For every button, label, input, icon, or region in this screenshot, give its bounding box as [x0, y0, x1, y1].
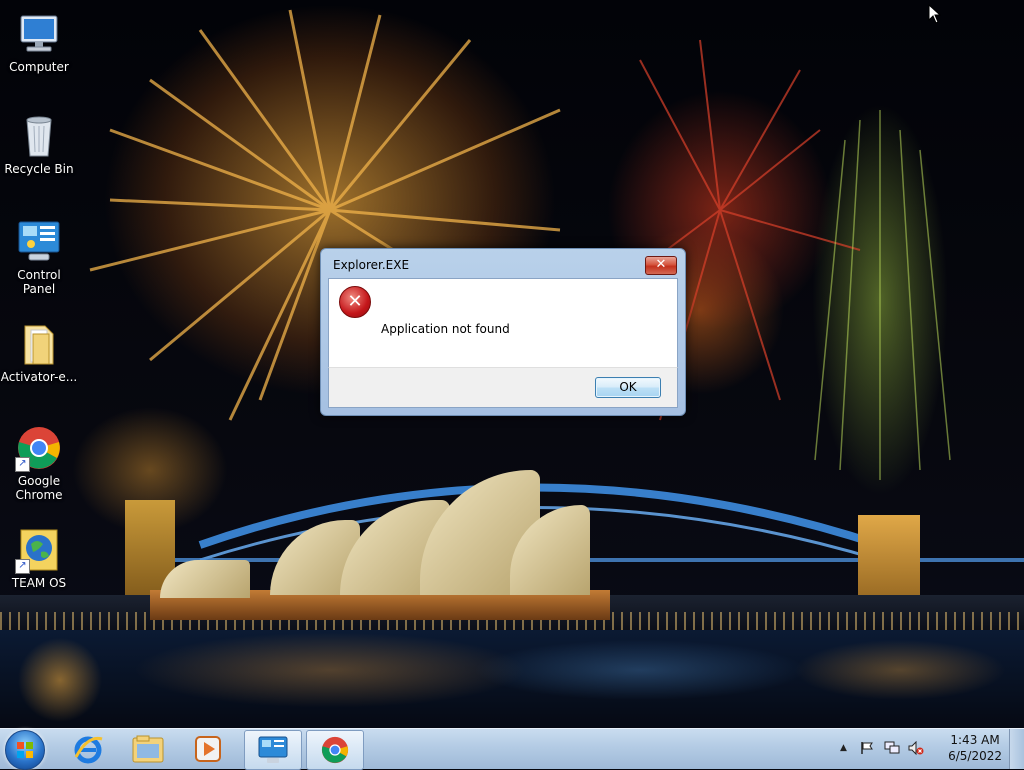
clock-time: 1:43 AM — [950, 733, 1000, 747]
media-player-icon — [195, 736, 221, 762]
desktop-icon-label: Activator-e... — [0, 370, 78, 384]
chrome-icon — [321, 736, 349, 764]
control-panel-icon — [258, 736, 288, 763]
ok-button[interactable]: OK — [595, 377, 661, 398]
computer-icon — [15, 10, 63, 58]
desktop-icon-label: Recycle Bin — [4, 162, 74, 176]
desktop-icon-recycle-bin[interactable]: Recycle Bin — [0, 112, 78, 176]
dialog-title: Explorer.EXE — [333, 258, 410, 272]
system-tray: ▲ 1:43 AM 6/5/2022 — [834, 729, 1024, 769]
taskbar-internet-explorer[interactable] — [60, 730, 116, 768]
desktop-icon-label: Computer — [9, 60, 69, 74]
volume-muted-icon[interactable] — [908, 740, 924, 758]
control-panel-icon — [15, 218, 63, 266]
desktop-icon-google-chrome[interactable]: ↗ Google Chrome — [0, 424, 78, 502]
dialog-close-button[interactable]: ✕ — [645, 256, 677, 275]
folder-icon — [15, 320, 63, 368]
shortcut-arrow-icon: ↗ — [15, 559, 30, 574]
taskbar-windows-explorer[interactable] — [120, 730, 176, 768]
shortcut-arrow-icon: ↗ — [15, 457, 30, 472]
desktop-icon-label: Google Chrome — [15, 474, 63, 502]
up-arrow-icon[interactable]: ▲ — [840, 743, 847, 753]
clock-date: 6/5/2022 — [948, 749, 1002, 763]
desktop-icon-activator-folder[interactable]: Activator-e... — [0, 320, 78, 384]
start-button[interactable] — [5, 730, 45, 770]
mouse-cursor-icon — [928, 4, 942, 24]
desktop-icon-computer[interactable]: Computer — [0, 10, 78, 74]
recycle-bin-icon — [15, 112, 63, 160]
taskbar-media-player[interactable] — [180, 730, 236, 768]
flag-icon[interactable] — [860, 741, 874, 758]
taskbar-chrome[interactable] — [306, 730, 364, 770]
desktop-icon-label: Control Panel — [17, 268, 61, 296]
chrome-icon: ↗ — [15, 424, 63, 472]
show-desktop-button[interactable] — [1009, 729, 1024, 769]
taskbar-control-panel[interactable] — [244, 730, 302, 770]
desktop-icon-team-os[interactable]: ↗ TEAM OS — [0, 526, 78, 590]
folder-icon — [132, 735, 164, 763]
taskbar-clock[interactable]: 1:43 AM 6/5/2022 — [948, 732, 1002, 764]
error-icon: ✕ — [339, 286, 371, 318]
desktop-icon-label: TEAM OS — [11, 576, 67, 590]
taskbar: ▲ 1:43 AM 6/5/2022 — [0, 728, 1024, 770]
dialog-body: ✕ Application not found — [328, 278, 678, 369]
ie-icon — [74, 736, 103, 764]
desktop-icon-control-panel[interactable]: Control Panel — [0, 218, 78, 296]
dialog-message: Application not found — [381, 322, 510, 336]
dialog-footer: OK — [328, 367, 678, 408]
globe-icon: ↗ — [15, 526, 63, 574]
network-icon[interactable] — [884, 741, 900, 758]
error-dialog: Explorer.EXE ✕ ✕ Application not found O… — [320, 248, 686, 416]
harbour-water — [0, 630, 1024, 728]
windows-logo-icon — [17, 742, 33, 758]
